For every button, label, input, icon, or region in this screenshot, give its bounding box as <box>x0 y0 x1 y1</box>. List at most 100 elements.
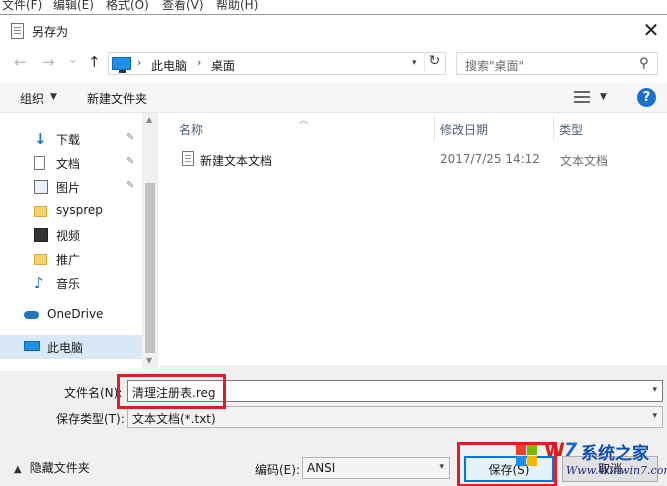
address-dropdown-icon[interactable]: ▾ <box>412 58 417 68</box>
sidebar-item-pictures[interactable]: 图片 ✎ <box>0 175 142 199</box>
pin-icon[interactable]: ✎ <box>126 156 134 167</box>
sidebar-item-sysprep[interactable]: sysprep <box>0 199 142 223</box>
menu-file[interactable]: 文件(F) <box>2 0 42 13</box>
search-input[interactable]: 搜索"桌面" ⚲ <box>456 52 658 75</box>
sidebar-item-label: 视频 <box>56 229 81 243</box>
breadcrumb-chevron-icon[interactable]: › <box>197 56 201 69</box>
picture-icon <box>34 180 48 194</box>
document-icon <box>34 156 45 170</box>
encoding-dropdown-icon[interactable]: ▾ <box>439 462 444 472</box>
dialog-title: 另存为 <box>32 25 69 39</box>
encoding-value: ANSI <box>307 461 336 475</box>
watermark-url: Www.Winwin7.com <box>566 464 667 477</box>
new-folder-button[interactable]: 新建文件夹 <box>87 90 147 107</box>
navigation-pane: ↓ 下载 ✎ 文档 ✎ 图片 ✎ sysprep 视频 推广 ♪ 音乐 OneD… <box>0 113 158 369</box>
watermark-title: 系统之家 <box>581 444 649 464</box>
hide-folders-toggle[interactable]: ▲ 隐藏文件夹 <box>14 459 90 476</box>
sidebar-item-downloads[interactable]: ↓ 下载 ✎ <box>0 127 142 151</box>
column-header-type[interactable]: 类型 <box>559 121 583 138</box>
filetype-value: 文本文档(*.txt) <box>132 412 216 426</box>
file-type: 文本文档 <box>560 154 609 168</box>
notepad-icon <box>11 23 24 39</box>
file-row[interactable]: 新建文本文档 2017/7/25 14:12 文本文档 <box>160 149 660 171</box>
filename-highlight-box <box>117 374 226 409</box>
sidebar-item-this-pc[interactable]: 此电脑 <box>0 335 142 359</box>
filename-dropdown-icon[interactable]: ▾ <box>652 385 657 395</box>
recent-locations-icon[interactable]: ⌄ <box>68 52 78 66</box>
sidebar-item-network[interactable]: 网络 <box>0 365 142 369</box>
encoding-label: 编码(E): <box>255 463 300 477</box>
sidebar-item-label: sysprep <box>56 203 103 217</box>
hide-folders-label: 隐藏文件夹 <box>29 461 90 475</box>
sidebar-item-label: 音乐 <box>56 277 81 291</box>
background-menu-bar: 文件(F) 编辑(E) 格式(O) 查看(V) 帮助(H) <box>0 0 667 14</box>
scroll-down-icon[interactable]: ▼ <box>146 356 152 365</box>
sidebar-item-documents[interactable]: 文档 ✎ <box>0 151 142 175</box>
sidebar-item-label: 此电脑 <box>47 341 84 355</box>
sidebar-item-onedrive[interactable]: OneDrive <box>0 303 142 327</box>
cloud-icon <box>24 311 39 319</box>
filetype-label: 保存类型(T): <box>56 412 125 426</box>
menu-format[interactable]: 格式(O) <box>106 0 149 13</box>
text-file-icon <box>182 151 194 166</box>
sidebar-item-music[interactable]: ♪ 音乐 <box>0 271 142 295</box>
file-list: ︿ 名称 修改日期 类型 新建文本文档 2017/7/25 14:12 文本文档 <box>160 113 667 382</box>
command-toolbar: 组织 ▼ 新建文件夹 ▼ ? <box>0 83 667 113</box>
navigation-scrollbar[interactable]: ▲ ▼ <box>142 113 158 369</box>
sidebar-item-label: 图片 <box>56 181 81 195</box>
folder-icon <box>34 206 47 217</box>
column-divider[interactable] <box>434 115 435 141</box>
sidebar-item-videos[interactable]: 视频 <box>0 223 142 247</box>
filetype-select[interactable]: 文本文档(*.txt) ▾ <box>127 406 663 428</box>
scrollbar-thumb[interactable] <box>145 183 155 353</box>
sidebar-item-promotion[interactable]: 推广 <box>0 247 142 271</box>
file-modified: 2017/7/25 14:12 <box>440 152 540 166</box>
menu-view[interactable]: 查看(V) <box>162 0 204 13</box>
encoding-select[interactable]: ANSI ▾ <box>302 457 450 479</box>
pin-icon[interactable]: ✎ <box>126 132 134 143</box>
download-icon: ↓ <box>34 130 47 148</box>
organize-dropdown-icon[interactable]: ▼ <box>50 92 57 102</box>
filename-label: 文件名(N): <box>64 386 123 400</box>
breadcrumb-desktop[interactable]: 桌面 <box>211 57 235 74</box>
address-bar[interactable]: › 此电脑 › 桌面 ▾ <box>108 52 446 75</box>
menu-edit[interactable]: 编辑(E) <box>53 0 94 13</box>
help-icon[interactable]: ? <box>637 88 656 107</box>
search-icon[interactable]: ⚲ <box>639 56 649 71</box>
menu-help[interactable]: 帮助(H) <box>216 0 258 13</box>
forward-arrow-icon[interactable]: → <box>42 53 55 71</box>
watermark-brand: W7 <box>544 439 577 461</box>
music-icon: ♪ <box>34 274 44 292</box>
column-header-modified[interactable]: 修改日期 <box>440 121 488 138</box>
computer-icon <box>112 57 131 73</box>
folder-icon <box>34 254 47 265</box>
sort-ascending-icon: ︿ <box>299 116 309 126</box>
up-arrow-icon[interactable]: ↑ <box>88 53 101 71</box>
search-placeholder: 搜索"桌面" <box>465 59 525 73</box>
column-divider[interactable] <box>553 115 554 141</box>
sidebar-item-label: 下载 <box>56 133 81 147</box>
filetype-dropdown-icon[interactable]: ▾ <box>652 411 657 421</box>
chevron-up-icon: ▲ <box>14 464 22 475</box>
back-arrow-icon[interactable]: ← <box>14 53 27 71</box>
title-bar: 另存为 ✕ <box>0 15 667 47</box>
file-name: 新建文本文档 <box>200 154 273 168</box>
save-as-dialog: 另存为 ✕ ← → ⌄ ↑ › 此电脑 › 桌面 ▾ ↻ 搜索"桌面" ⚲ 组织… <box>0 14 667 486</box>
site-watermark: W7 系统之家 Www.Winwin7.com <box>514 435 667 483</box>
video-icon <box>34 228 48 242</box>
breadcrumb-this-pc[interactable]: 此电脑 <box>151 57 187 74</box>
view-dropdown-icon[interactable]: ▼ <box>600 92 607 102</box>
refresh-icon[interactable]: ↻ <box>424 53 444 73</box>
pin-icon[interactable]: ✎ <box>126 180 134 191</box>
scroll-up-icon[interactable]: ▲ <box>146 115 152 124</box>
sidebar-item-label: OneDrive <box>47 307 104 321</box>
computer-icon <box>24 341 40 351</box>
close-button[interactable]: ✕ <box>636 17 666 43</box>
breadcrumb-chevron-icon[interactable]: › <box>137 56 141 69</box>
view-options-icon[interactable] <box>574 91 590 104</box>
navigation-bar: ← → ⌄ ↑ › 此电脑 › 桌面 ▾ ↻ 搜索"桌面" ⚲ <box>0 49 667 77</box>
sidebar-item-label: 文档 <box>56 157 81 171</box>
sidebar-item-label: 推广 <box>56 253 81 267</box>
organize-button[interactable]: 组织 <box>20 90 44 107</box>
column-header-name[interactable]: 名称 <box>179 121 203 138</box>
